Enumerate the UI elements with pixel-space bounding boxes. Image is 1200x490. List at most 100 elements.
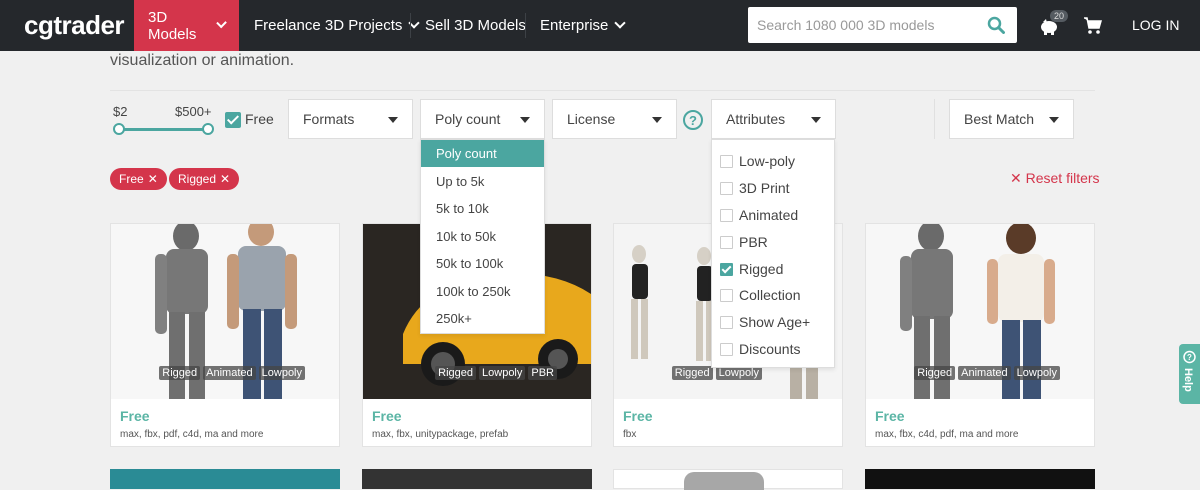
poly-option[interactable]: Poly count	[421, 140, 544, 167]
checkbox[interactable]	[720, 315, 733, 329]
poly-option[interactable]: 50k to 100k	[421, 250, 544, 277]
attr-option-collection[interactable]: Collection	[720, 285, 800, 305]
poly-option[interactable]: 5k to 10k	[421, 195, 544, 222]
attr-option-discounts[interactable]: Discounts	[720, 339, 800, 359]
search-input[interactable]	[748, 8, 978, 42]
card-price: Free	[372, 408, 402, 424]
badge: Rigged	[914, 366, 956, 380]
card-badges: Rigged Lowpoly PBR	[435, 366, 557, 380]
attr-option-low-poly[interactable]: Low-poly	[720, 151, 795, 171]
caret-down-icon	[811, 117, 821, 123]
nav-3d-models[interactable]: 3D Models	[134, 0, 239, 51]
attr-option-label: Collection	[739, 287, 801, 303]
cart-icon[interactable]	[1083, 15, 1103, 35]
poly-option[interactable]: 100k to 250k	[421, 278, 544, 305]
poly-option[interactable]: Up to 5k	[421, 168, 544, 195]
caret-down-icon	[1049, 117, 1059, 123]
close-icon[interactable]: ✕	[148, 172, 158, 186]
checkbox[interactable]	[720, 181, 733, 195]
checkbox[interactable]	[720, 235, 733, 249]
badge: Rigged	[159, 366, 201, 380]
chevron-down-icon	[216, 17, 227, 29]
card-badges: Rigged Lowpoly	[671, 366, 762, 380]
attr-option-label: Discounts	[739, 341, 801, 357]
intro-text: visualization or animation.	[110, 52, 295, 69]
price-slider-min-handle[interactable]	[113, 123, 125, 135]
price-max-label: $500+	[175, 104, 212, 119]
caret-down-icon	[520, 117, 530, 123]
attr-option-show-age[interactable]: Show Age+	[720, 312, 810, 332]
sort-dropdown[interactable]: Best Match	[949, 99, 1074, 139]
badge: Rigged	[671, 366, 713, 380]
free-checkbox-label[interactable]: Free	[245, 111, 274, 127]
card-badges: Rigged Animated Lowpoly	[159, 366, 305, 380]
reset-filters-link[interactable]: ✕ Reset filters	[1010, 170, 1100, 187]
poly-option[interactable]: 10k to 50k	[421, 223, 544, 250]
attr-option-label: Show Age+	[739, 314, 811, 330]
license-dropdown[interactable]: License	[552, 99, 677, 139]
reset-filters-label: Reset filters	[1025, 170, 1100, 186]
card-price: Free	[623, 408, 653, 424]
product-card[interactable]: Rigged Animated Lowpoly Free max, fbx, p…	[110, 223, 340, 447]
price-min-label: $2	[113, 104, 128, 119]
login-link[interactable]: LOG IN	[1132, 17, 1179, 33]
formats-dropdown[interactable]: Formats	[288, 99, 413, 139]
free-checkbox[interactable]	[225, 112, 241, 128]
chevron-down-icon	[614, 17, 627, 29]
badge: Animated	[958, 366, 1011, 380]
help-side-tab[interactable]: ? Help	[1179, 344, 1200, 404]
product-card[interactable]	[865, 469, 1095, 489]
attr-option-label: 3D Print	[739, 180, 790, 196]
divider	[934, 99, 935, 139]
active-filter-tag-rigged[interactable]: Rigged ✕	[169, 168, 240, 190]
nav-freelance[interactable]: Freelance 3D Projects	[240, 0, 432, 51]
sort-dropdown-label: Best Match	[964, 111, 1035, 127]
product-card[interactable]	[613, 469, 843, 490]
poly-count-dropdown[interactable]: Poly count	[420, 99, 545, 139]
attributes-dropdown[interactable]: Attributes	[711, 99, 836, 139]
help-question-icon[interactable]: ?	[683, 110, 703, 130]
checkbox[interactable]	[720, 288, 733, 302]
product-card[interactable]	[110, 469, 340, 489]
checkbox[interactable]	[720, 154, 733, 168]
nav-3d-models-label: 3D Models	[148, 8, 197, 43]
product-thumbnail[interactable]: Rigged Animated Lowpoly	[866, 224, 1094, 399]
checkbox-checked[interactable]	[720, 262, 733, 276]
close-icon[interactable]: ✕	[220, 172, 230, 186]
checkbox[interactable]	[720, 342, 733, 356]
product-card[interactable]: Rigged Animated Lowpoly Free max, fbx, c…	[865, 223, 1095, 447]
nav-freelance-label: Freelance 3D Projects	[254, 17, 403, 34]
attributes-menu: Low-poly 3D Print Animated PBR Rigged Co…	[711, 139, 835, 368]
poly-option[interactable]: 250k+	[421, 305, 544, 332]
attr-option-3d-print[interactable]: 3D Print	[720, 178, 790, 198]
badge: PBR	[528, 366, 557, 380]
svg-text:?: ?	[1187, 353, 1192, 362]
attr-option-label: Rigged	[739, 261, 784, 277]
attr-option-rigged[interactable]: Rigged	[720, 259, 783, 279]
attributes-dropdown-label: Attributes	[726, 111, 786, 127]
poly-count-dropdown-label: Poly count	[435, 111, 501, 127]
cgtrader-logo[interactable]: cgtrader	[24, 10, 125, 41]
caret-down-icon	[652, 117, 662, 123]
caret-down-icon	[388, 117, 398, 123]
divider	[110, 90, 1095, 91]
attr-option-animated[interactable]: Animated	[720, 205, 798, 225]
nav-enterprise[interactable]: Enterprise	[526, 0, 638, 51]
checkbox[interactable]	[720, 208, 733, 222]
attr-option-label: Animated	[739, 207, 799, 223]
card-formats: fbx	[623, 429, 637, 440]
badge: Lowpoly	[1013, 366, 1060, 380]
active-filter-tag-free[interactable]: Free ✕	[110, 168, 167, 190]
product-card[interactable]	[362, 469, 592, 489]
price-slider-max-handle[interactable]	[202, 123, 214, 135]
rewards-count-badge: 20	[1050, 10, 1069, 22]
nav-sell-3d-models[interactable]: Sell 3D Models	[411, 0, 540, 51]
attr-option-pbr[interactable]: PBR	[720, 232, 768, 252]
formats-dropdown-label: Formats	[303, 111, 355, 127]
search-icon[interactable]	[987, 16, 1005, 34]
product-thumbnail[interactable]: Rigged Animated Lowpoly	[111, 224, 339, 399]
top-navbar: cgtrader 3D Models Freelance 3D Projects…	[0, 0, 1200, 51]
tag-label: Rigged	[178, 172, 217, 186]
poly-count-menu: Poly count Up to 5k 5k to 10k 10k to 50k…	[420, 139, 545, 334]
price-slider-track[interactable]	[118, 128, 208, 131]
